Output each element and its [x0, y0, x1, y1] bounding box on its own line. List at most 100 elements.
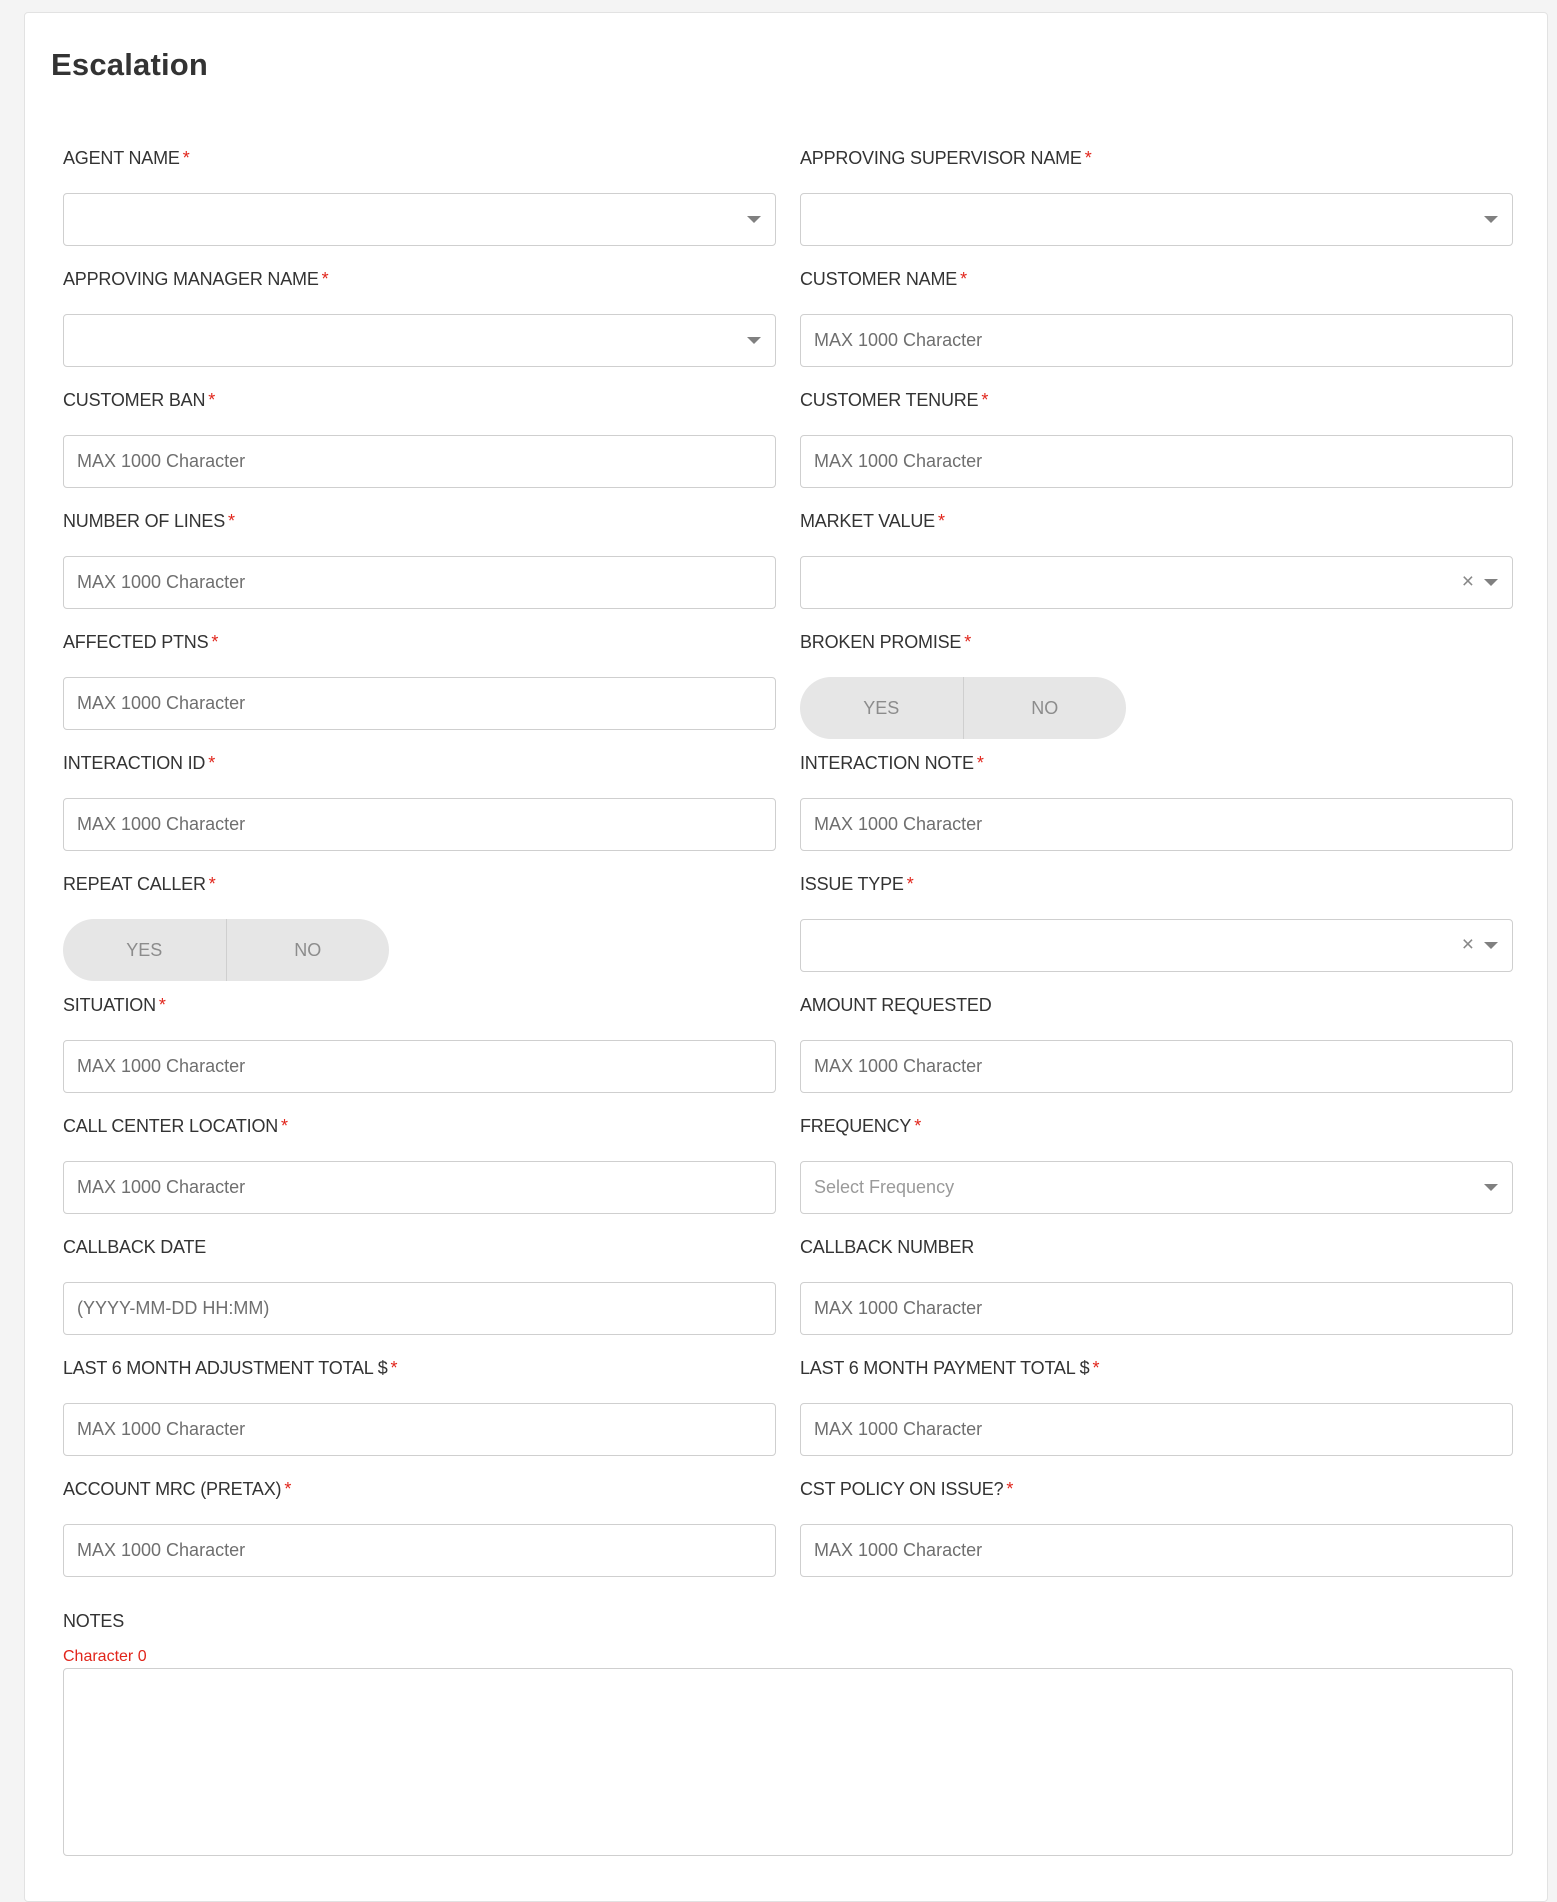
issue-type-select[interactable]: ×	[800, 919, 1513, 972]
interaction-id-label: INTERACTION ID *	[63, 752, 776, 774]
affected-ptns-input[interactable]	[63, 677, 776, 730]
last-6-month-adjustment-total-label: LAST 6 MONTH ADJUSTMENT TOTAL $ *	[63, 1357, 776, 1379]
number-of-lines-input[interactable]	[63, 556, 776, 609]
approving-supervisor-name-field: APPROVING SUPERVISOR NAME *	[800, 147, 1513, 268]
notes-field: NOTES Character 0	[63, 1610, 1513, 1856]
frequency-select[interactable]: Select Frequency	[800, 1161, 1513, 1214]
customer-tenure-input[interactable]	[800, 435, 1513, 488]
repeat-caller-label-text: REPEAT CALLER	[63, 874, 206, 894]
required-asterisk: *	[1006, 1479, 1014, 1499]
chevron-down-icon[interactable]	[1484, 1184, 1498, 1191]
customer-name-label: CUSTOMER NAME *	[800, 268, 1513, 290]
situation-label-text: SITUATION	[63, 995, 156, 1015]
chevron-down-icon[interactable]	[747, 216, 761, 223]
customer-tenure-label: CUSTOMER TENURE *	[800, 389, 1513, 411]
chevron-down-icon[interactable]	[1484, 216, 1498, 223]
amount-requested-input[interactable]	[800, 1040, 1513, 1093]
required-asterisk: *	[208, 874, 216, 894]
required-asterisk: *	[208, 753, 216, 773]
agent-name-select[interactable]	[63, 193, 776, 246]
callback-date-field: CALLBACK DATE	[63, 1236, 776, 1357]
required-asterisk: *	[182, 148, 190, 168]
required-asterisk: *	[976, 753, 984, 773]
repeat-caller-yes-button[interactable]: YES	[63, 919, 226, 981]
repeat-caller-toggle: YES NO	[63, 919, 389, 981]
approving-manager-name-select[interactable]	[63, 314, 776, 367]
last-6-month-payment-total-input[interactable]	[800, 1403, 1513, 1456]
page-title: Escalation	[51, 47, 209, 82]
frequency-select-placeholder: Select Frequency	[814, 1177, 955, 1197]
interaction-note-field: INTERACTION NOTE *	[800, 752, 1513, 873]
broken-promise-toggle: YES NO	[800, 677, 1126, 739]
last-6-month-adjustment-total-input[interactable]	[63, 1403, 776, 1456]
account-mrc-pretax-label: ACCOUNT MRC (PRETAX) *	[63, 1478, 776, 1500]
interaction-id-input[interactable]	[63, 798, 776, 851]
customer-ban-field: CUSTOMER BAN *	[63, 389, 776, 510]
customer-name-input[interactable]	[800, 314, 1513, 367]
repeat-caller-label: REPEAT CALLER *	[63, 873, 776, 895]
callback-number-input[interactable]	[800, 1282, 1513, 1335]
approving-manager-name-label-text: APPROVING MANAGER NAME	[63, 269, 319, 289]
required-asterisk: *	[158, 995, 166, 1015]
chevron-down-icon[interactable]	[1484, 579, 1498, 586]
callback-date-label-text: CALLBACK DATE	[63, 1237, 207, 1257]
situation-input[interactable]	[63, 1040, 776, 1093]
callback-date-label: CALLBACK DATE	[63, 1236, 776, 1258]
required-asterisk: *	[321, 269, 329, 289]
account-mrc-pretax-input[interactable]	[63, 1524, 776, 1577]
chevron-down-icon[interactable]	[1484, 942, 1498, 949]
repeat-caller-no-button[interactable]: NO	[227, 919, 390, 981]
market-value-label-text: MARKET VALUE	[800, 511, 935, 531]
required-asterisk: *	[937, 511, 945, 531]
chevron-down-icon[interactable]	[747, 337, 761, 344]
required-asterisk: *	[906, 874, 914, 894]
situation-label: SITUATION *	[63, 994, 776, 1016]
call-center-location-label: CALL CENTER LOCATION *	[63, 1115, 776, 1137]
required-asterisk: *	[914, 1116, 922, 1136]
callback-number-label-text: CALLBACK NUMBER	[800, 1237, 975, 1257]
customer-ban-input[interactable]	[63, 435, 776, 488]
interaction-note-label-text: INTERACTION NOTE	[800, 753, 974, 773]
number-of-lines-label: NUMBER OF LINES *	[63, 510, 776, 532]
callback-number-field: CALLBACK NUMBER	[800, 1236, 1513, 1357]
issue-type-field: ISSUE TYPE * ×	[800, 873, 1513, 994]
last-6-month-payment-total-field: LAST 6 MONTH PAYMENT TOTAL $ *	[800, 1357, 1513, 1478]
clear-icon[interactable]: ×	[1462, 569, 1474, 595]
required-asterisk: *	[284, 1479, 292, 1499]
customer-tenure-label-text: CUSTOMER TENURE	[800, 390, 979, 410]
issue-type-label-text: ISSUE TYPE	[800, 874, 904, 894]
notes-textarea[interactable]	[63, 1668, 1513, 1856]
issue-type-label: ISSUE TYPE *	[800, 873, 1513, 895]
customer-ban-label: CUSTOMER BAN *	[63, 389, 776, 411]
cst-policy-on-issue-label-text: CST POLICY ON ISSUE?	[800, 1479, 1004, 1499]
call-center-location-input[interactable]	[63, 1161, 776, 1214]
required-asterisk: *	[281, 1116, 288, 1136]
affected-ptns-field: AFFECTED PTNS *	[63, 631, 776, 752]
escalation-form: AGENT NAME * APPROVING SUPERVISOR NAME * APP…	[63, 147, 1513, 1599]
escalation-card: Escalation AGENT NAME * APPROVING SUPERVIS…	[24, 12, 1548, 1902]
notes-label: NOTES	[63, 1611, 125, 1631]
required-asterisk: *	[208, 390, 216, 410]
interaction-note-input[interactable]	[800, 798, 1513, 851]
broken-promise-label-text: BROKEN PROMISE	[800, 632, 962, 652]
callback-date-input[interactable]	[63, 1282, 776, 1335]
cst-policy-on-issue-input[interactable]	[800, 1524, 1513, 1577]
clear-icon[interactable]: ×	[1462, 932, 1474, 958]
broken-promise-yes-button[interactable]: YES	[800, 677, 963, 739]
interaction-note-label: INTERACTION NOTE *	[800, 752, 1513, 774]
cst-policy-on-issue-label: CST POLICY ON ISSUE? *	[800, 1478, 1513, 1500]
required-asterisk: *	[1092, 1358, 1100, 1378]
broken-promise-no-button[interactable]: NO	[964, 677, 1127, 739]
last-6-month-adjustment-total-label-text: LAST 6 MONTH ADJUSTMENT TOTAL $	[63, 1358, 388, 1378]
repeat-caller-field: REPEAT CALLER * YES NO	[63, 873, 776, 994]
last-6-month-payment-total-label: LAST 6 MONTH PAYMENT TOTAL $ *	[800, 1357, 1513, 1379]
frequency-label-text: FREQUENCY	[800, 1116, 912, 1136]
account-mrc-pretax-label-text: ACCOUNT MRC (PRETAX)	[63, 1479, 282, 1499]
agent-name-label: AGENT NAME *	[63, 147, 776, 169]
interaction-id-label-text: INTERACTION ID	[63, 753, 206, 773]
approving-supervisor-name-select[interactable]	[800, 193, 1513, 246]
number-of-lines-field: NUMBER OF LINES *	[63, 510, 776, 631]
agent-name-label-text: AGENT NAME	[63, 148, 180, 168]
market-value-field: MARKET VALUE * ×	[800, 510, 1513, 631]
market-value-select[interactable]: ×	[800, 556, 1513, 609]
